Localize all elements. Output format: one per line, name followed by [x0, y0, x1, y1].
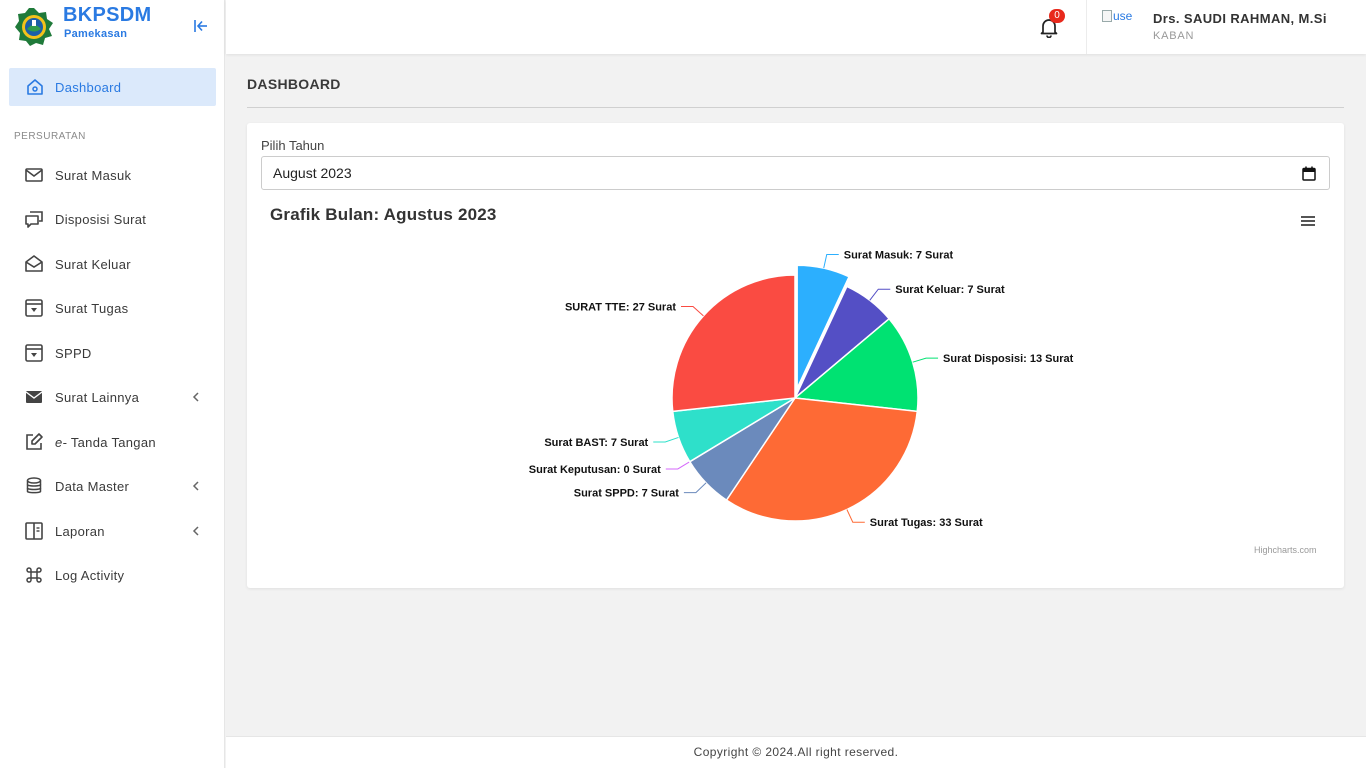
data-label-surat-sppd: Surat SPPD: 7 Surat — [574, 488, 679, 500]
data-label-surat-keputusan: Surat Keputusan: 0 Surat — [529, 464, 661, 476]
brand: BKPSDM Pamekasan — [0, 0, 224, 54]
data-label-surat-disposisi: Surat Disposisi: 13 Surat — [943, 353, 1074, 365]
data-label-surat-bast: Surat BAST: 7 Surat — [544, 437, 648, 449]
sidebar-item-surat-tugas[interactable]: Surat Tugas — [14, 292, 216, 324]
archive-box-icon — [24, 343, 44, 363]
chart-title: Grafik Bulan: Agustus 2023 — [270, 205, 497, 224]
topbar-divider — [1086, 0, 1087, 54]
sidebar-item-disposisi-surat[interactable]: Disposisi Surat — [14, 203, 216, 235]
connector-surat-keputusan — [665, 461, 691, 470]
sidebar-item-laporan[interactable]: Laporan — [14, 515, 216, 547]
sidebar-item-data-master[interactable]: Data Master — [14, 470, 216, 502]
chart-menu-icon[interactable] — [1300, 214, 1316, 228]
chart-card: Pilih Tahun August 2023 Surat Masuk: 7 S… — [247, 123, 1344, 588]
title-divider — [247, 107, 1344, 108]
sidebar-item-label: Surat Masuk — [55, 167, 132, 183]
sidebar-item-label-text: Tanda Tangan — [67, 434, 156, 450]
chevron-left-icon — [192, 526, 199, 536]
brand-name: BKPSDM — [63, 4, 152, 26]
sidebar-item-dashboard[interactable]: Dashboard — [9, 68, 216, 106]
database-icon — [24, 476, 44, 496]
topbar: 0 use Drs. SAUDI RAHMAN, M.Si KABAN — [226, 0, 1366, 54]
connector-surat-keluar — [869, 288, 891, 301]
envelope-filled-icon — [24, 387, 44, 407]
collapse-sidebar-icon[interactable] — [192, 17, 210, 35]
data-label-surat-tte: SURAT TTE: 27 Surat — [565, 302, 676, 314]
envelope-open-icon — [24, 254, 44, 274]
connector-surat-bast — [653, 436, 679, 443]
chevron-left-icon — [192, 481, 199, 491]
pen-square-icon — [24, 432, 44, 452]
connector-surat-sppd — [683, 482, 707, 494]
broken-image-icon — [1102, 10, 1112, 22]
data-label-surat-tugas: Surat Tugas: 33 Surat — [870, 517, 983, 529]
user-role: KABAN — [1153, 30, 1195, 42]
pie-chart: Surat Masuk: 7 Surat Surat Keluar: 7 Sura… — [529, 249, 1074, 529]
sidebar-item-log-activity[interactable]: Log Activity — [14, 559, 216, 591]
envelope-icon — [24, 165, 44, 185]
sidebar: BKPSDM Pamekasan Dashboard PERSURATAN Su… — [0, 0, 225, 768]
chevron-left-icon — [192, 392, 199, 402]
pie-slice-surat-tte[interactable] — [671, 274, 796, 413]
connector-surat-masuk — [823, 253, 839, 269]
sidebar-item-sppd[interactable]: SPPD — [14, 337, 216, 369]
archive-box-icon — [24, 298, 44, 318]
connector-surat-disposisi — [912, 357, 939, 363]
sidebar-item-surat-lainnya[interactable]: Surat Lainnya — [14, 381, 216, 413]
notification-badge: 0 — [1049, 9, 1065, 23]
sidebar-item-label: Surat Tugas — [55, 300, 129, 316]
footer: Copyright © 2024.All right reserved. — [226, 736, 1366, 768]
sidebar-item-label: Surat Lainnya — [55, 389, 140, 405]
page-title: DASHBOARD — [247, 76, 341, 92]
brand-subtitle: Pamekasan — [64, 28, 128, 40]
pamekasan-emblem-icon — [15, 8, 53, 46]
avatar-alt-text: use — [1113, 9, 1133, 23]
chart-credits[interactable]: Highcharts.com — [1254, 545, 1317, 555]
sidebar-item-surat-keluar[interactable]: Surat Keluar — [14, 248, 216, 280]
sidebar-item-label: e- Tanda Tangan — [55, 435, 156, 450]
sidebar-item-label: Dashboard — [55, 79, 122, 95]
sidebar-item-label: Log Activity — [55, 567, 125, 583]
book-icon — [24, 521, 44, 541]
sidebar-item-surat-masuk[interactable]: Surat Masuk — [14, 159, 216, 191]
data-label-surat-masuk: Surat Masuk: 7 Surat — [844, 249, 954, 261]
avatar[interactable]: use — [1102, 8, 1140, 24]
connector-surat-tte — [680, 306, 704, 317]
user-name[interactable]: Drs. SAUDI RAHMAN, M.Si — [1153, 11, 1327, 26]
chat-bubbles-icon — [24, 209, 44, 229]
command-key-icon — [24, 565, 44, 585]
copyright-text: Copyright © 2024.All right reserved. — [693, 745, 899, 759]
sidebar-item-label: Data Master — [55, 478, 130, 494]
section-title-persuratan: PERSURATAN — [14, 131, 86, 142]
connector-surat-tugas — [846, 509, 865, 523]
data-label-surat-keluar: Surat Keluar: 7 Surat — [895, 284, 1005, 296]
sidebar-item-label: Surat Keluar — [55, 256, 131, 272]
home-icon — [27, 79, 43, 95]
e-prefix: e- — [55, 434, 68, 450]
sidebar-item-label: Disposisi Surat — [55, 211, 147, 227]
sidebar-item-label: SPPD — [55, 345, 92, 361]
sidebar-item-e-tanda-tangan[interactable]: e- Tanda Tangan — [14, 426, 216, 458]
sidebar-item-label: Laporan — [55, 523, 105, 539]
